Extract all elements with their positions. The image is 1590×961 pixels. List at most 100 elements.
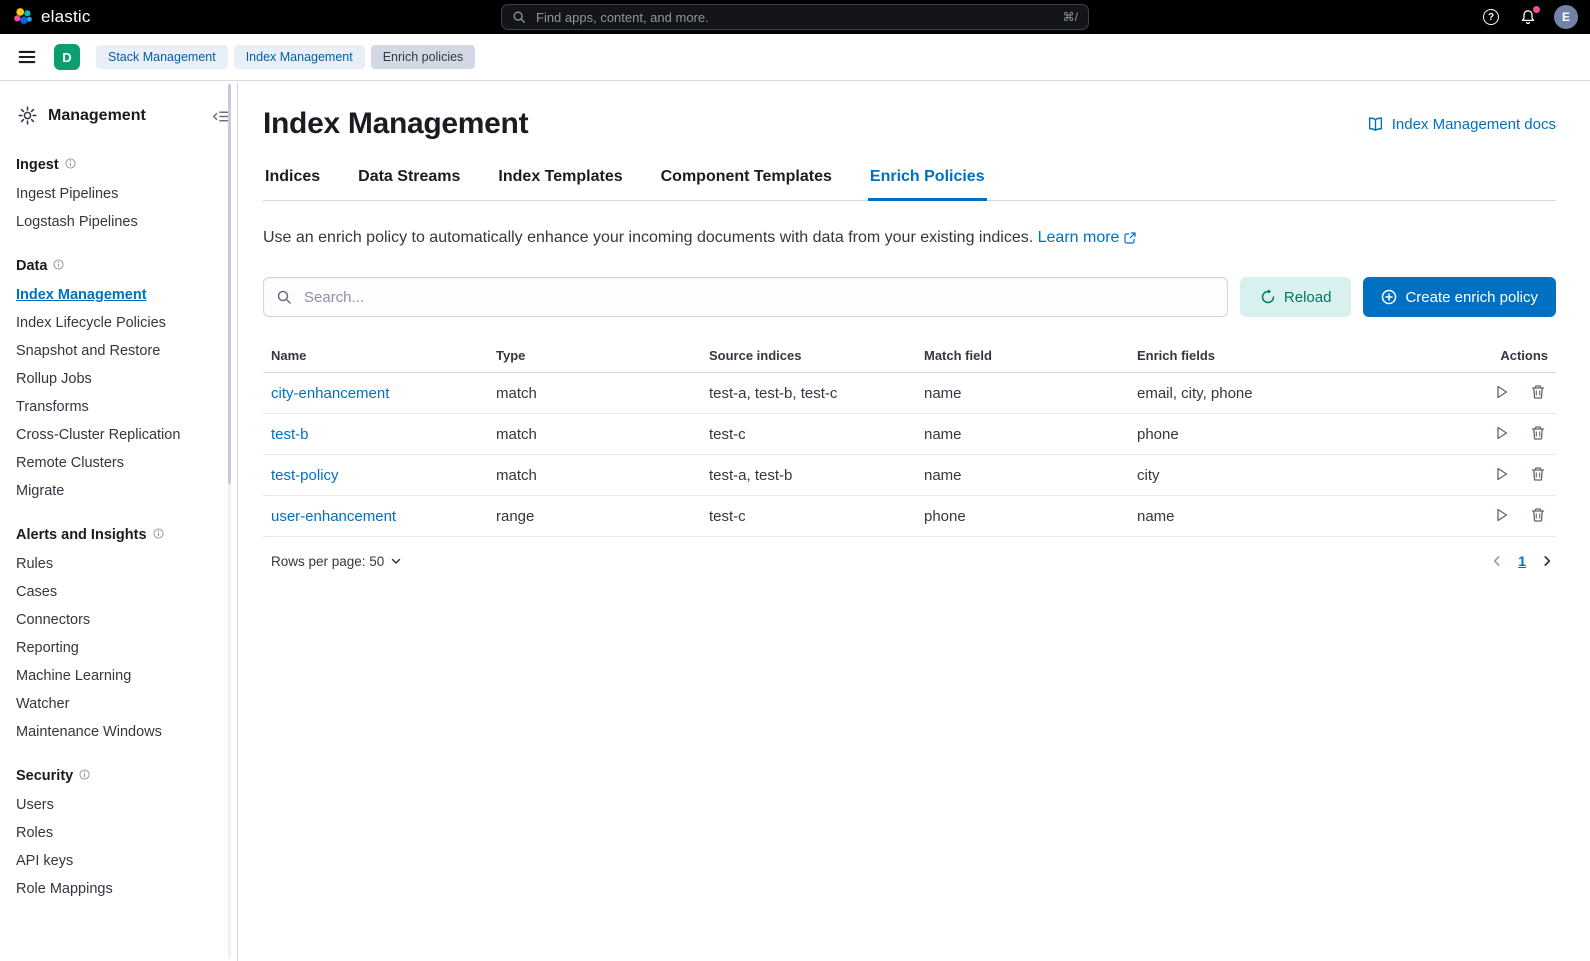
sidebar-item-watcher[interactable]: Watcher bbox=[16, 690, 219, 718]
tab-data-streams[interactable]: Data Streams bbox=[356, 162, 462, 201]
sidebar-item-role-mappings[interactable]: Role Mappings bbox=[16, 875, 219, 903]
policy-name-link[interactable]: test-policy bbox=[271, 467, 339, 484]
policy-name-link[interactable]: user-enhancement bbox=[271, 508, 396, 525]
elastic-logo-icon bbox=[12, 6, 34, 28]
delete-policy-button[interactable] bbox=[1528, 382, 1548, 405]
sidebar-item-snapshot-and-restore[interactable]: Snapshot and Restore bbox=[16, 337, 219, 365]
sidebar-item-rules[interactable]: Rules bbox=[16, 550, 219, 578]
sidebar-item-connectors[interactable]: Connectors bbox=[16, 606, 219, 634]
elastic-home-link[interactable]: elastic bbox=[12, 6, 91, 28]
tab-indices[interactable]: Indices bbox=[263, 162, 322, 201]
section-label-data: Data bbox=[16, 258, 47, 274]
create-enrich-policy-button[interactable]: Create enrich policy bbox=[1363, 277, 1556, 317]
info-icon bbox=[153, 528, 164, 539]
execute-policy-button[interactable] bbox=[1492, 423, 1512, 446]
sidebar-section-security: Security Users Roles API keys Role Mappi… bbox=[16, 768, 219, 903]
sidebar-item-maintenance-windows[interactable]: Maintenance Windows bbox=[16, 718, 219, 746]
sidebar-item-cross-cluster-replication[interactable]: Cross-Cluster Replication bbox=[16, 421, 219, 449]
policy-source-indices: test-a, test-b, test-c bbox=[701, 373, 916, 414]
sidebar-item-api-keys[interactable]: API keys bbox=[16, 847, 219, 875]
sidebar-scrollbar-thumb[interactable] bbox=[228, 84, 231, 484]
breadcrumb-enrich-policies: Enrich policies bbox=[371, 45, 476, 69]
execute-policy-button[interactable] bbox=[1492, 464, 1512, 487]
newsfeed-button[interactable] bbox=[1517, 6, 1539, 28]
sidebar-item-migrate[interactable]: Migrate bbox=[16, 477, 219, 505]
help-icon: ? bbox=[1483, 9, 1499, 25]
policy-search[interactable] bbox=[263, 277, 1228, 317]
policy-enrich-fields: city bbox=[1129, 455, 1464, 496]
sidebar-item-remote-clusters[interactable]: Remote Clusters bbox=[16, 449, 219, 477]
section-label-ingest: Ingest bbox=[16, 157, 59, 173]
breadcrumb-index-management[interactable]: Index Management bbox=[234, 45, 365, 69]
info-icon bbox=[65, 158, 76, 169]
policy-name-link[interactable]: test-b bbox=[271, 426, 309, 443]
execute-policy-button[interactable] bbox=[1492, 505, 1512, 528]
sidebar-item-users[interactable]: Users bbox=[16, 791, 219, 819]
global-search[interactable]: ⌘/ bbox=[501, 4, 1089, 30]
space-badge[interactable]: D bbox=[54, 44, 80, 70]
external-link-icon bbox=[1124, 232, 1136, 244]
column-header-name: Name bbox=[263, 339, 488, 373]
sidebar-item-cases[interactable]: Cases bbox=[16, 578, 219, 606]
rows-per-page-button[interactable]: Rows per page: 50 bbox=[263, 554, 402, 569]
sidebar-item-transforms[interactable]: Transforms bbox=[16, 393, 219, 421]
user-avatar[interactable]: E bbox=[1554, 5, 1578, 29]
column-header-source-indices: Source indices bbox=[701, 339, 916, 373]
sidebar-item-ingest-pipelines[interactable]: Ingest Pipelines bbox=[16, 180, 219, 208]
column-header-enrich-fields: Enrich fields bbox=[1129, 339, 1464, 373]
delete-policy-button[interactable] bbox=[1528, 423, 1548, 446]
table-row: city-enhancement match test-a, test-b, t… bbox=[263, 373, 1556, 414]
table-footer: Rows per page: 50 1 bbox=[263, 552, 1556, 570]
sidebar-section-data: Data Index Management Index Lifecycle Po… bbox=[16, 258, 219, 505]
sidebar-item-reporting[interactable]: Reporting bbox=[16, 634, 219, 662]
policy-type: match bbox=[488, 414, 701, 455]
column-header-match-field: Match field bbox=[916, 339, 1129, 373]
global-header: elastic ⌘/ ? E bbox=[0, 0, 1590, 34]
brand-wordmark: elastic bbox=[41, 7, 91, 27]
breadcrumb-stack-management[interactable]: Stack Management bbox=[96, 45, 228, 69]
previous-page-button[interactable] bbox=[1488, 552, 1506, 570]
policy-enrich-fields: name bbox=[1129, 496, 1464, 537]
page-number-1[interactable]: 1 bbox=[1518, 553, 1526, 569]
menu-button[interactable] bbox=[14, 44, 40, 70]
pagination: 1 bbox=[1488, 552, 1556, 570]
global-search-input[interactable] bbox=[534, 9, 1055, 26]
tab-index-templates[interactable]: Index Templates bbox=[496, 162, 624, 201]
column-header-actions: Actions bbox=[1464, 339, 1556, 373]
help-button[interactable]: ? bbox=[1480, 6, 1502, 28]
main-content: Index Management Index Management docs I… bbox=[239, 82, 1590, 961]
page-title: Index Management bbox=[263, 106, 528, 142]
docs-link[interactable]: Index Management docs bbox=[1367, 116, 1556, 133]
sidebar-item-rollup-jobs[interactable]: Rollup Jobs bbox=[16, 365, 219, 393]
delete-policy-button[interactable] bbox=[1528, 505, 1548, 528]
execute-policy-button[interactable] bbox=[1492, 382, 1512, 405]
policy-type: match bbox=[488, 455, 701, 496]
sidebar-item-index-lifecycle-policies[interactable]: Index Lifecycle Policies bbox=[16, 309, 219, 337]
notification-dot bbox=[1533, 6, 1540, 13]
reload-button[interactable]: Reload bbox=[1240, 277, 1352, 317]
refresh-icon bbox=[1260, 289, 1276, 305]
tab-enrich-policies[interactable]: Enrich Policies bbox=[868, 162, 987, 201]
delete-policy-button[interactable] bbox=[1528, 464, 1548, 487]
policy-enrich-fields: email, city, phone bbox=[1129, 373, 1464, 414]
tab-component-templates[interactable]: Component Templates bbox=[659, 162, 834, 201]
sidebar-item-index-management[interactable]: Index Management bbox=[16, 281, 219, 309]
policy-search-input[interactable] bbox=[302, 288, 1215, 307]
chevron-down-icon bbox=[390, 555, 402, 567]
table-toolbar: Reload Create enrich policy bbox=[263, 277, 1556, 317]
sidebar-item-logstash-pipelines[interactable]: Logstash Pipelines bbox=[16, 208, 219, 236]
next-page-button[interactable] bbox=[1538, 552, 1556, 570]
policy-match-field: phone bbox=[916, 496, 1129, 537]
sidebar-title: Management bbox=[48, 107, 146, 125]
search-icon bbox=[512, 10, 526, 24]
sidebar-item-roles[interactable]: Roles bbox=[16, 819, 219, 847]
policy-name-link[interactable]: city-enhancement bbox=[271, 385, 389, 402]
table-row: test-policy match test-a, test-b name ci… bbox=[263, 455, 1556, 496]
enrich-policies-table: Name Type Source indices Match field Enr… bbox=[263, 339, 1556, 537]
sidebar-section-alerts-insights: Alerts and Insights Rules Cases Connecto… bbox=[16, 527, 219, 746]
sidebar-item-machine-learning[interactable]: Machine Learning bbox=[16, 662, 219, 690]
learn-more-link[interactable]: Learn more bbox=[1038, 226, 1137, 250]
documentation-icon bbox=[1367, 116, 1384, 133]
policy-enrich-fields: phone bbox=[1129, 414, 1464, 455]
policy-type: range bbox=[488, 496, 701, 537]
